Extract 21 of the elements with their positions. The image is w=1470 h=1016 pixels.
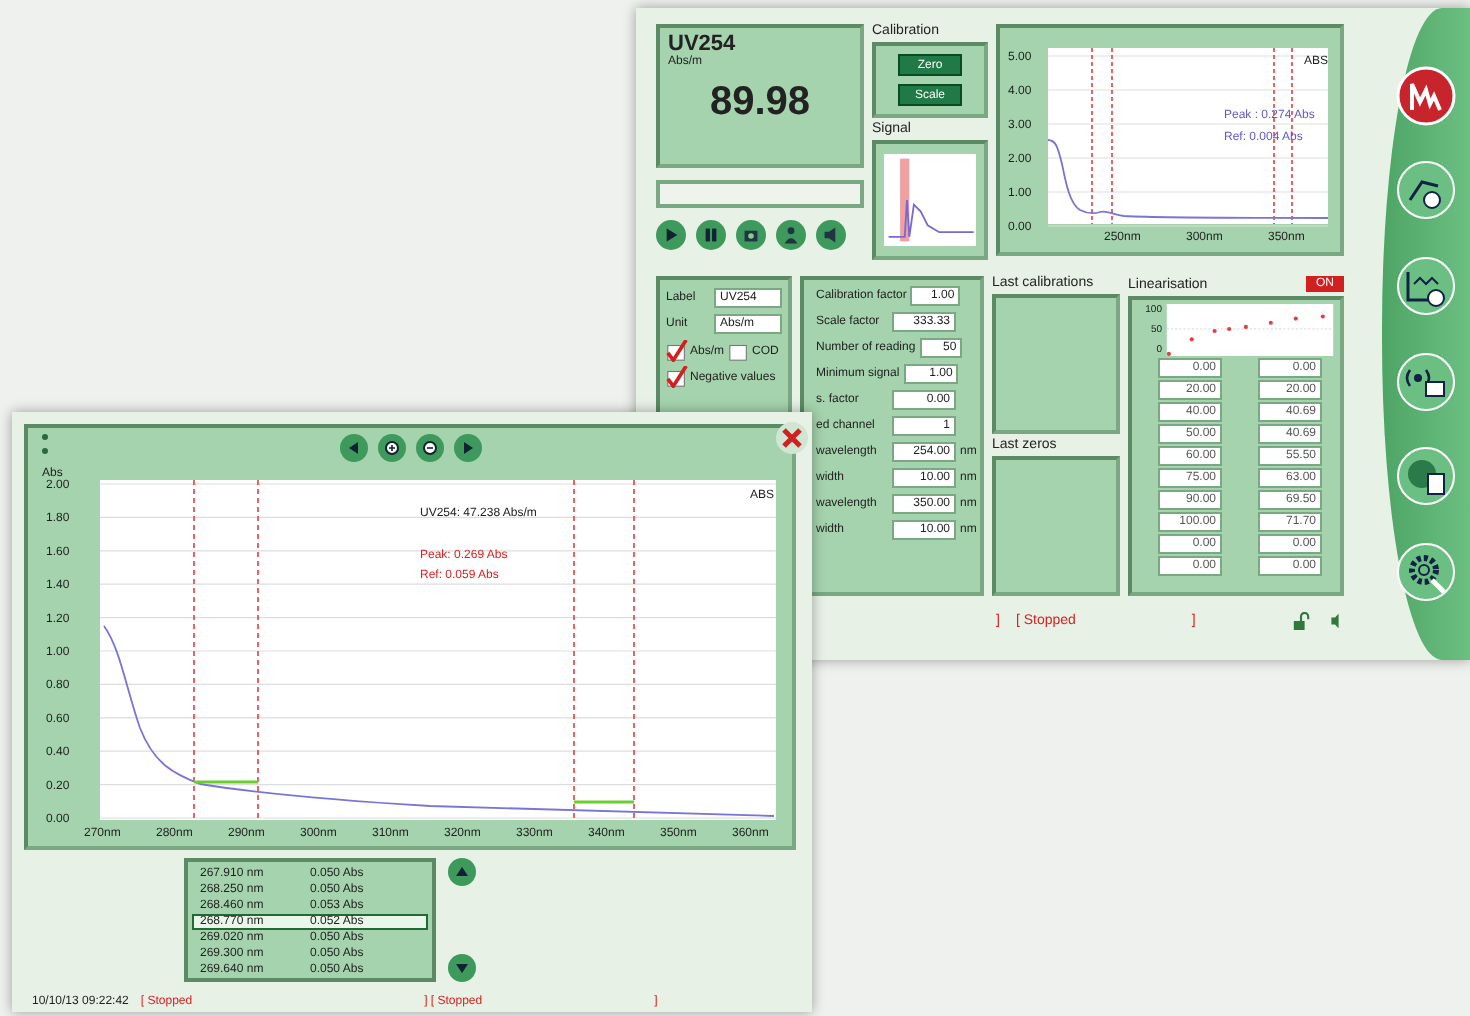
checked-checkbox[interactable]	[666, 366, 688, 388]
zoom-out-icon[interactable]	[416, 434, 444, 462]
last-calibrations-panel	[992, 294, 1120, 434]
checked-checkbox[interactable]	[666, 340, 688, 362]
lock-icon[interactable]	[1291, 612, 1310, 630]
speaker-icon[interactable]	[816, 220, 846, 250]
close-icon[interactable]	[776, 422, 808, 454]
wireless-computer-icon[interactable]	[1396, 351, 1456, 412]
channel-name: UV254	[668, 32, 738, 56]
pause-icon[interactable]	[696, 220, 726, 250]
logo-icon[interactable]	[1396, 65, 1456, 126]
reading-value: 89.98	[709, 80, 811, 126]
checkbox[interactable]	[728, 340, 751, 362]
person-icon[interactable]	[776, 220, 806, 250]
last-zeros-panel	[992, 456, 1120, 596]
signal-plot	[884, 150, 976, 250]
settings-icon[interactable]	[1396, 542, 1456, 603]
play-icon[interactable]	[656, 220, 686, 250]
camera-icon[interactable]	[736, 220, 766, 250]
zoom-in-icon[interactable]	[378, 434, 406, 462]
chart-clock-icon[interactable]	[1396, 256, 1456, 317]
